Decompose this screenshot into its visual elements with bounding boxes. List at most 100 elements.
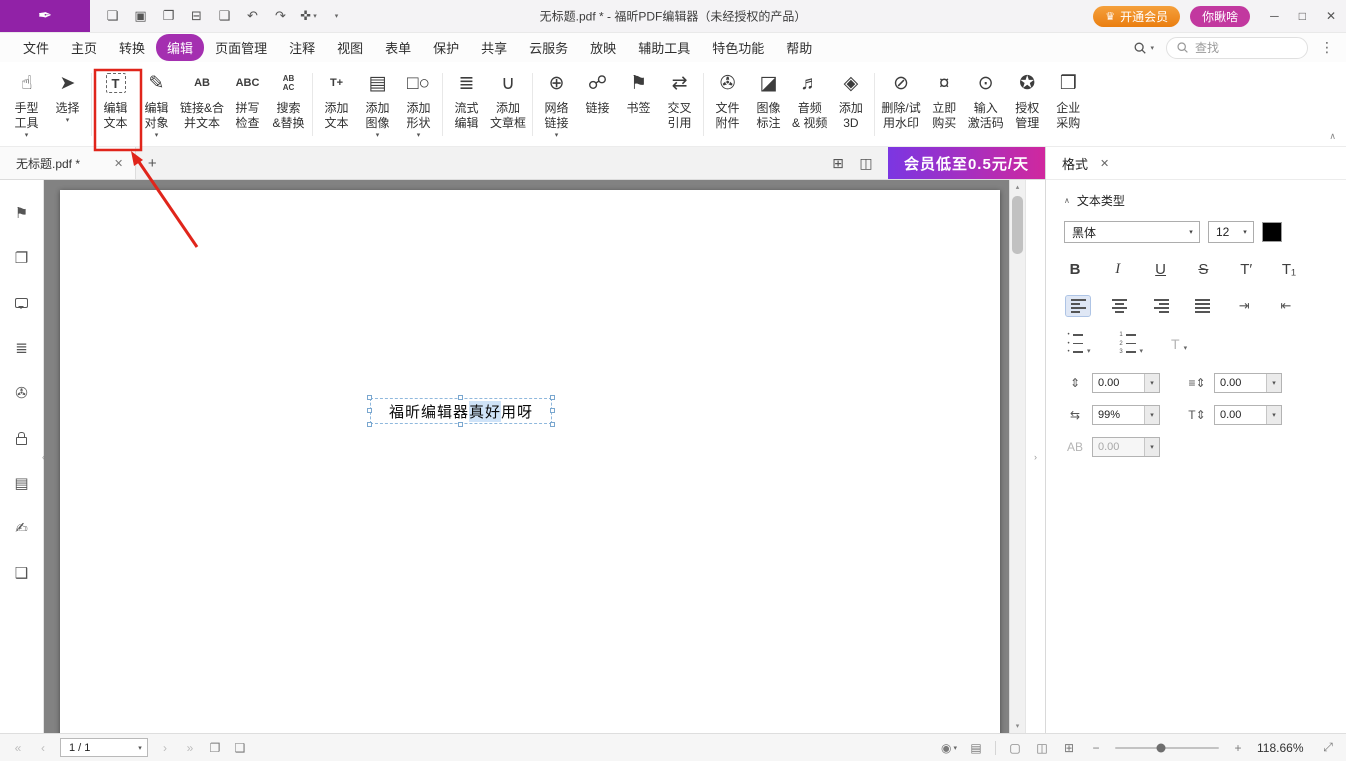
menu-item-edit[interactable]: 编辑 [156, 34, 204, 61]
overflow-menu-icon[interactable]: ⋮ [1320, 39, 1334, 56]
resize-handle[interactable] [458, 395, 463, 400]
zoom-in-button[interactable]: + [1230, 741, 1246, 755]
scroll-down-icon[interactable]: ▾ [1016, 722, 1020, 730]
menu-item-comment[interactable]: 注释 [278, 34, 326, 61]
view-mode-button[interactable]: ◉▾ [941, 741, 957, 755]
italic-button[interactable]: I [1109, 261, 1127, 278]
facing-pages-layout-button[interactable]: ◫ [1034, 741, 1050, 755]
customize-toolbar-button[interactable]: ▾ [324, 4, 349, 28]
mode-tool-button[interactable]: ✜▾ [296, 4, 321, 28]
close-tab-icon[interactable]: ✕ [114, 157, 123, 170]
maximize-button[interactable]: □ [1299, 9, 1306, 23]
ribbon-enterprise-purchase[interactable]: ❒企业 采购 [1048, 65, 1089, 144]
attachments-panel-button[interactable]: ✇ [13, 384, 31, 402]
menu-item-assist-tools[interactable]: 辅助工具 [627, 34, 701, 61]
align-right-button[interactable] [1149, 296, 1173, 316]
menu-item-help[interactable]: 帮助 [775, 34, 823, 61]
search-box[interactable] [1166, 37, 1308, 59]
ribbon-spell-check[interactable]: ABC拼写 检查 [227, 65, 268, 144]
bookmarks-panel-button[interactable]: ⚑ [13, 204, 31, 222]
app-logo[interactable]: ✒ [0, 0, 90, 32]
ribbon-bookmark[interactable]: ⚑书签 [618, 65, 659, 144]
font-size-select[interactable]: 12▾ [1208, 221, 1254, 243]
ribbon-link-merge-text[interactable]: AB链接&合 并文本 [177, 65, 227, 144]
first-page-button[interactable]: « [10, 741, 26, 755]
ribbon-add-article-box[interactable]: ∪添加 文章框 [487, 65, 529, 144]
horizontal-scale-input[interactable]: 99%▾ [1092, 405, 1160, 425]
align-left-button[interactable] [1066, 296, 1090, 316]
thumbnail-view-button[interactable]: ▤ [968, 741, 984, 755]
search-input[interactable] [1195, 41, 1298, 55]
menu-item-convert[interactable]: 转换 [108, 34, 156, 61]
document-tab[interactable]: 无标题.pdf * ✕ [0, 147, 136, 179]
signature-panel-button[interactable]: ✍ [13, 519, 31, 537]
ribbon-select[interactable]: ➤选择▾ [47, 65, 88, 144]
menu-item-protect[interactable]: 保护 [422, 34, 470, 61]
document-viewport[interactable]: 福昕编辑器真好用呀 [44, 180, 1009, 733]
open-membership-button[interactable]: ♛开通会员 [1093, 6, 1180, 27]
zoom-level[interactable]: 118.66% [1257, 741, 1309, 755]
redo-button[interactable]: ↷ [268, 4, 293, 28]
align-justify-button[interactable] [1191, 296, 1215, 316]
close-panel-icon[interactable]: ✕ [1100, 157, 1109, 170]
fullscreen-button[interactable]: ⤢ [1320, 740, 1336, 755]
page-number-select[interactable]: 1 / 1▾ [60, 738, 148, 757]
save-as-button[interactable]: ❐ [156, 4, 181, 28]
resize-handle[interactable] [367, 408, 372, 413]
promo-pill-button[interactable]: 你瞅啥 [1190, 6, 1250, 27]
single-page-layout-button[interactable]: ▢ [1007, 741, 1023, 755]
reading-mode-icon[interactable]: ◫ [852, 155, 880, 172]
prev-page-button[interactable]: ‹ [35, 741, 51, 755]
menu-item-share[interactable]: 共享 [470, 34, 518, 61]
underline-button[interactable]: U [1152, 261, 1170, 278]
ribbon-cross-reference[interactable]: ⇄交叉 引用 [659, 65, 700, 144]
collapse-ribbon-icon[interactable]: ∧ [1329, 131, 1336, 142]
align-center-button[interactable] [1108, 296, 1132, 316]
grid-pages-layout-button[interactable]: ⊞ [1061, 741, 1077, 755]
indent-increase-button[interactable]: ⇥ [1232, 296, 1256, 316]
menu-item-form[interactable]: 表单 [374, 34, 422, 61]
ribbon-license-manage[interactable]: ✪授权 管理 [1007, 65, 1048, 144]
clipboard-button[interactable]: ❑ [232, 741, 248, 755]
scroll-up-icon[interactable]: ▴ [1016, 183, 1020, 191]
ribbon-add-3d[interactable]: ◈添加 3D [830, 65, 871, 144]
ribbon-buy-now[interactable]: ¤立即 购买 [924, 65, 965, 144]
panel-collapse-strip[interactable]: › [1025, 180, 1045, 733]
resize-handle[interactable] [458, 422, 463, 427]
membership-promo-banner[interactable]: 会员低至0.5元/天 [888, 147, 1045, 179]
print-button[interactable]: ⊟ [184, 4, 209, 28]
resize-handle[interactable] [367, 395, 372, 400]
ribbon-add-image[interactable]: ▤添加 图像▾ [357, 65, 398, 144]
text-style-preset-button[interactable]: T ▾ [1171, 336, 1187, 352]
comments-panel-button[interactable] [13, 294, 31, 312]
font-family-select[interactable]: 黑体▾ [1064, 221, 1200, 243]
ribbon-file-attachment[interactable]: ✇文件 附件 [707, 65, 748, 144]
new-tab-button[interactable]: + [136, 155, 168, 172]
bullet-list-button[interactable]: ••• ▾ [1066, 332, 1091, 355]
vertical-scrollbar[interactable]: ▴ ▾ [1009, 180, 1025, 733]
grid-view-icon[interactable]: ⊞ [824, 155, 852, 172]
undo-button[interactable]: ↶ [240, 4, 265, 28]
numbered-list-button[interactable]: 123 ▾ [1119, 332, 1144, 355]
search-mode-button[interactable]: ▾ [1133, 41, 1154, 55]
ribbon-add-text[interactable]: T+添加 文本 [316, 65, 357, 144]
ribbon-edit-text[interactable]: T编辑 文本 [95, 65, 136, 144]
zoom-slider[interactable] [1115, 747, 1219, 749]
menu-item-present[interactable]: 放映 [579, 34, 627, 61]
pdf-page[interactable]: 福昕编辑器真好用呀 [60, 190, 1000, 733]
ribbon-image-annotation[interactable]: ◪图像 标注 [748, 65, 789, 144]
line-spacing-input[interactable]: 0.00▾ [1092, 373, 1160, 393]
indent-decrease-button[interactable]: ⇤ [1274, 296, 1298, 316]
scrollbar-thumb[interactable] [1012, 196, 1023, 254]
security-panel-button[interactable] [13, 429, 31, 447]
baseline-offset-input[interactable]: 0.00▾ [1214, 405, 1282, 425]
zoom-out-button[interactable]: − [1088, 741, 1104, 755]
superscript-button[interactable]: T′ [1237, 261, 1255, 278]
menu-item-view[interactable]: 视图 [326, 34, 374, 61]
subscript-button[interactable]: T₁ [1280, 261, 1298, 278]
ribbon-audio-video[interactable]: ♬音频 & 视频 [789, 65, 830, 144]
resize-handle[interactable] [550, 422, 555, 427]
text-type-section-header[interactable]: ∧ 文本类型 [1064, 192, 1328, 209]
minimize-button[interactable]: ─ [1270, 9, 1279, 23]
menu-item-page-manage[interactable]: 页面管理 [204, 34, 278, 61]
